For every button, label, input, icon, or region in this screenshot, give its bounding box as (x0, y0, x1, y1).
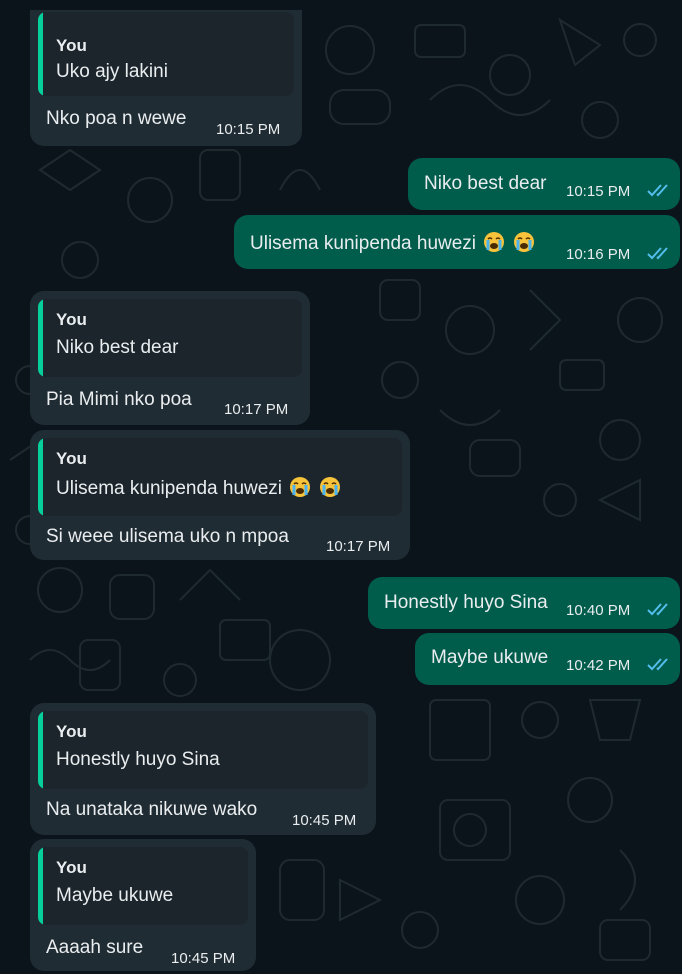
quoted-reply[interactable]: You Honestly huyo Sina (38, 711, 368, 789)
quote-bar (38, 12, 43, 96)
incoming-message[interactable]: You Ulisema kunipenda huwezi Si weee uli… (30, 430, 410, 560)
quote-author: You (56, 858, 87, 877)
message-time: 10:16 PM (566, 246, 631, 263)
quote-text: Honestly huyo Sina (56, 749, 220, 770)
loudly-crying-face-icon (319, 477, 340, 497)
quoted-reply[interactable]: You Niko best dear (38, 299, 302, 377)
message-time: 10:45 PM (171, 950, 236, 967)
outgoing-message[interactable]: Honestly huyo Sina 10:40 PM (368, 577, 680, 629)
outgoing-message[interactable]: Ulisema kunipenda huwezi 10:16 PM (234, 215, 680, 269)
incoming-message[interactable]: You Niko best dear Pia Mimi nko poa 10:1… (30, 291, 310, 425)
message-text: Pia Mimi nko poa (46, 389, 192, 410)
message-text: Si weee ulisema uko n mpoa (46, 526, 289, 547)
quote-text: Maybe ukuwe (56, 885, 174, 906)
quoted-reply[interactable]: You Ulisema kunipenda huwezi (38, 438, 402, 516)
double-check-read-icon (647, 603, 668, 616)
message-time: 10:15 PM (566, 183, 631, 200)
incoming-message[interactable]: You Uko ajy lakini Nko poa n wewe 10:15 … (30, 10, 302, 146)
message-text: Nko poa n wewe (46, 108, 187, 129)
message-text: Na unataka nikuwe wako (46, 799, 258, 820)
loudly-crying-face-icon (484, 232, 505, 252)
quote-text: Ulisema kunipenda huwezi (56, 476, 341, 500)
double-check-read-icon (647, 184, 668, 197)
message-text: Niko best dear (424, 173, 547, 194)
message-text: Aaaah sure (46, 937, 144, 958)
outgoing-message[interactable]: Niko best dear 10:15 PM (408, 158, 680, 210)
quote-text-body: Ulisema kunipenda huwezi (56, 478, 283, 499)
message-text: Honestly huyo Sina (384, 592, 548, 613)
message-time: 10:42 PM (566, 657, 631, 674)
incoming-message[interactable]: You Maybe ukuwe Aaaah sure 10:45 PM (30, 839, 256, 971)
quote-bar (38, 847, 43, 925)
double-check-read-icon (647, 658, 668, 671)
quote-text: Niko best dear (56, 337, 179, 358)
quote-text: Uko ajy lakini (56, 61, 168, 82)
message-time: 10:17 PM (326, 538, 391, 555)
message-time: 10:15 PM (216, 121, 281, 138)
message-time: 10:17 PM (224, 401, 289, 418)
message-time: 10:45 PM (292, 812, 357, 829)
quoted-reply[interactable]: You Uko ajy lakini (38, 12, 294, 96)
quote-author: You (56, 310, 87, 329)
message-text-body: Ulisema kunipenda huwezi (250, 233, 477, 254)
double-check-read-icon (647, 247, 668, 260)
loudly-crying-face-icon (513, 232, 534, 252)
incoming-message[interactable]: You Honestly huyo Sina Na unataka nikuwe… (30, 703, 376, 835)
outgoing-message[interactable]: Maybe ukuwe 10:42 PM (415, 633, 680, 685)
message-text: Ulisema kunipenda huwezi (250, 231, 535, 255)
quote-author: You (56, 722, 87, 741)
quote-bar (38, 711, 43, 789)
quote-bar (38, 299, 43, 377)
quote-author: You (56, 36, 87, 55)
quote-author: You (56, 449, 87, 468)
conversation: You Uko ajy lakini Nko poa n wewe 10:15 … (0, 0, 682, 974)
loudly-crying-face-icon (290, 477, 311, 497)
message-time: 10:40 PM (566, 602, 631, 619)
message-text: Maybe ukuwe (431, 647, 549, 668)
quoted-reply[interactable]: You Maybe ukuwe (38, 847, 248, 925)
quote-bar (38, 438, 43, 516)
